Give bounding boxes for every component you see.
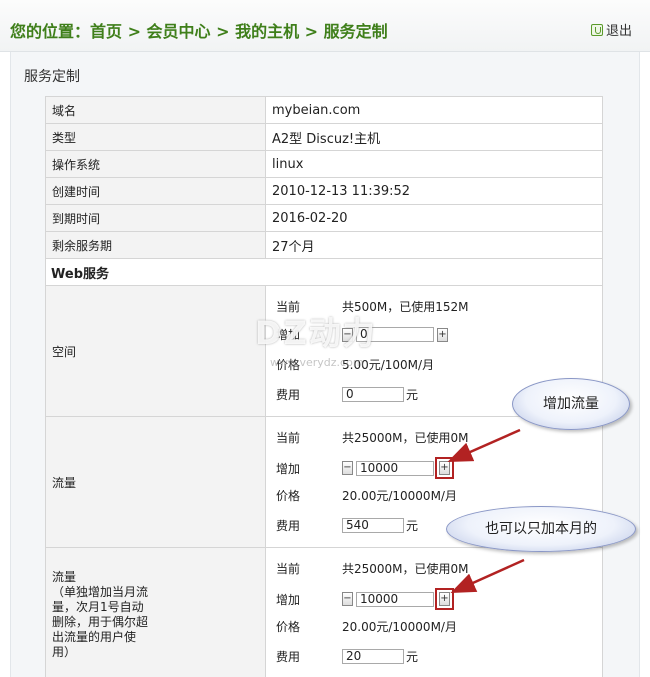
arrow-to-traffic-plus [447,428,521,463]
callout-add-traffic: 增加流量 [512,378,630,430]
arrow-to-monthly-plus [450,558,525,594]
callout-monthly-only: 也可以只加本月的 [446,506,636,552]
annotation-arrows [447,428,525,594]
